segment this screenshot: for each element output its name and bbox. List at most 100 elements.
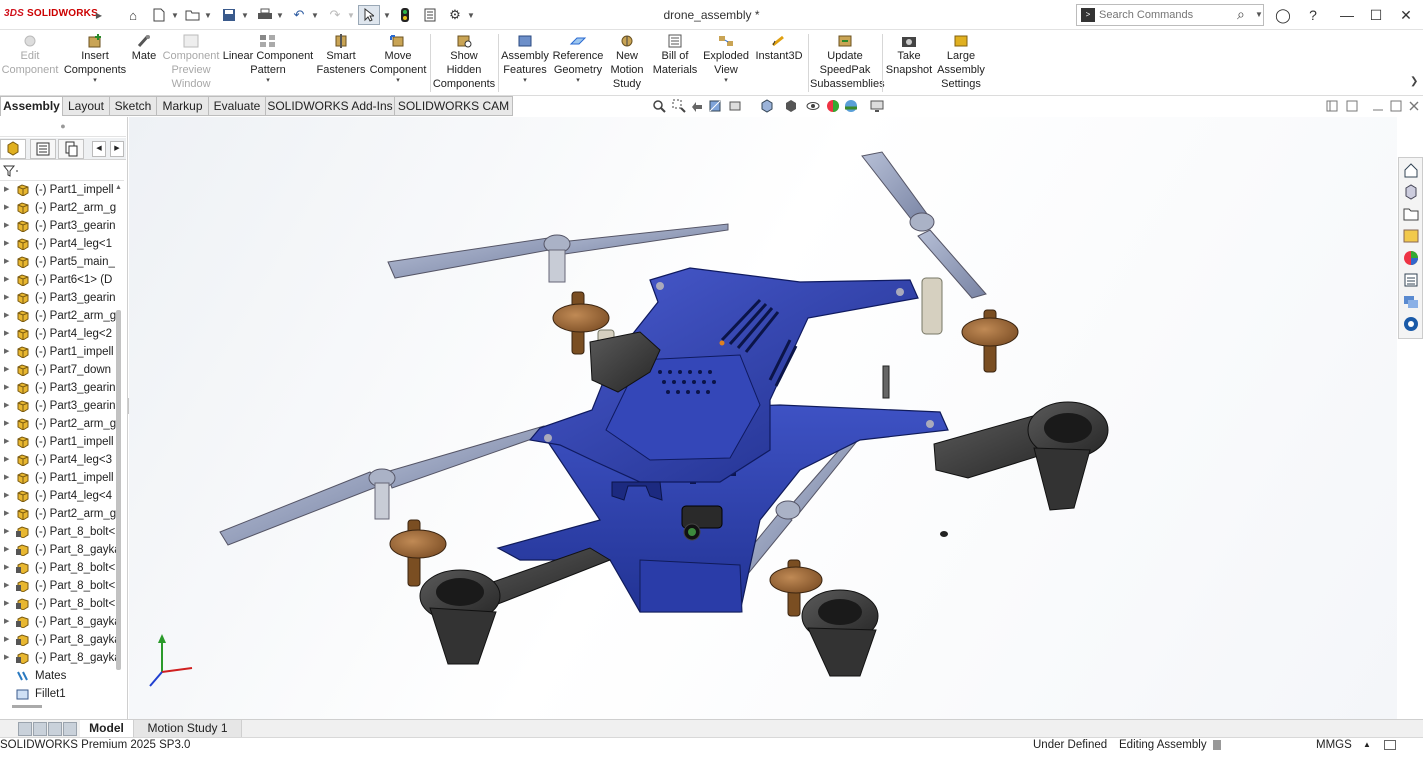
last-tab-icon[interactable] [63, 722, 77, 736]
exploded-view-button[interactable]: Exploded View ▾ [702, 32, 750, 94]
expand-icon[interactable]: ▶ [4, 379, 9, 397]
design-library-icon[interactable] [1403, 184, 1419, 200]
tree-item[interactable]: ▶ (-) Part7_down [0, 361, 116, 379]
scroll-thumb[interactable] [116, 310, 121, 670]
units-dropdown-icon[interactable]: ▲ [1363, 738, 1371, 752]
gear-top-right[interactable] [961, 309, 1019, 373]
search-input[interactable] [1099, 7, 1237, 23]
viewport-minimize-icon[interactable] [1372, 100, 1384, 112]
smart-fasteners-button[interactable]: Smart Fasteners [314, 32, 368, 94]
tree-item[interactable]: ▶ (-) Part_8_gayka [0, 613, 116, 631]
tree-item[interactable]: ▶ (-) Part2_arm_g [0, 307, 116, 325]
dynamic-annotation-icon[interactable] [728, 99, 742, 113]
rebuild-status-icon[interactable] [1213, 740, 1221, 750]
tree-item[interactable]: Mates [0, 667, 116, 685]
file-explorer-icon[interactable] [1403, 206, 1419, 222]
tree-item[interactable]: ▶ (-) Part4_leg<3 [0, 451, 116, 469]
solidworks-resources-icon[interactable] [1403, 162, 1419, 178]
section-view-icon[interactable] [708, 99, 722, 113]
display-style-icon[interactable] [784, 99, 798, 113]
previous-view-icon[interactable] [690, 99, 704, 113]
reference-geometry-button[interactable]: Reference Geometry ▾ [552, 32, 604, 94]
upper-frame[interactable] [528, 267, 919, 483]
show-hidden-components-button[interactable]: Show Hidden Components [432, 32, 496, 94]
tab-markup[interactable]: Markup [157, 96, 209, 116]
viewport-split-icon[interactable] [1346, 100, 1358, 112]
tree-item[interactable]: ▶ (-) Part_8_gayka [0, 649, 116, 667]
expand-icon[interactable]: ▶ [4, 451, 9, 469]
panel-grip-icon[interactable]: ● [0, 117, 126, 137]
tab-solidworks-cam[interactable]: SOLIDWORKS CAM [395, 96, 513, 116]
expand-icon[interactable]: ▶ [4, 343, 9, 361]
tree-item[interactable]: ▶ (-) Part5_main_ [0, 253, 116, 271]
expand-icon[interactable]: ▶ [4, 271, 9, 289]
view-settings-icon[interactable] [870, 99, 884, 113]
user-account-icon[interactable]: ◯ [1273, 5, 1293, 25]
tree-item[interactable]: ▶ (-) Part4_leg<4 [0, 487, 116, 505]
edit-component-button[interactable]: Edit Component [0, 32, 60, 94]
expand-icon[interactable]: ▶ [4, 523, 9, 541]
tree-item[interactable]: Fillet1 [0, 685, 116, 703]
view-palette-icon[interactable] [1403, 228, 1419, 244]
new-motion-study-button[interactable]: New Motion Study [606, 32, 648, 94]
tree-item[interactable]: ▶ (-) Part_8_gayka [0, 631, 116, 649]
tree-item[interactable]: ▶ (-) Part1_impell [0, 469, 116, 487]
tree-item[interactable]: ▶ (-) Part4_leg<1 [0, 235, 116, 253]
expand-icon[interactable]: ▶ [4, 397, 9, 415]
scroll-up-icon[interactable]: ▲ [115, 184, 122, 191]
tab-evaluate[interactable]: Evaluate [209, 96, 266, 116]
landing-leg-left[interactable] [419, 547, 612, 665]
viewport-restore-icon[interactable] [1326, 100, 1338, 112]
unit-system[interactable]: MMGS [1316, 738, 1352, 752]
graphics-area[interactable] [129, 117, 1397, 719]
zoom-to-fit-icon[interactable] [652, 99, 666, 113]
search-dropdown-icon[interactable]: ▼ [1255, 10, 1263, 19]
minimize-icon[interactable]: — [1337, 5, 1357, 25]
tree-item[interactable]: ▶ (-) Part_8_bolt< [0, 577, 116, 595]
tree-item[interactable]: ▶ (-) Part3_gearin [0, 289, 116, 307]
tree-filter[interactable] [0, 161, 124, 181]
tab-model[interactable]: Model [80, 720, 134, 738]
take-snapshot-button[interactable]: Take Snapshot [884, 32, 934, 94]
expand-icon[interactable]: ▶ [4, 469, 9, 487]
tab-feature-manager[interactable] [0, 139, 26, 159]
zoom-to-area-icon[interactable] [672, 99, 686, 113]
expand-icon[interactable]: ▶ [4, 289, 9, 307]
update-speedpak-button[interactable]: Update SpeedPak Subassemblies [810, 32, 885, 94]
tab-assembly[interactable]: Assembly [0, 96, 63, 116]
expand-icon[interactable]: ▶ [4, 649, 9, 667]
linear-component-pattern-button[interactable]: Linear Component Pattern ▾ [222, 32, 314, 94]
tab-solidworks-add-ins[interactable]: SOLIDWORKS Add-Ins [266, 96, 395, 116]
tree-item[interactable]: ▶ (-) Part2_arm_g [0, 505, 116, 523]
expand-icon[interactable]: ▶ [4, 415, 9, 433]
forum-icon[interactable] [1403, 294, 1419, 310]
bolt-part[interactable] [882, 365, 890, 399]
next-tab-icon[interactable] [48, 722, 62, 736]
propeller-bottom-left[interactable] [219, 425, 547, 546]
tree-item[interactable]: ▶ (-) Part4_leg<2 [0, 325, 116, 343]
tree-item[interactable]: ▶ (-) Part6<1> (D [0, 271, 116, 289]
large-assembly-settings-button[interactable]: Large Assembly Settings [934, 32, 988, 94]
drone-assembly-model[interactable] [129, 117, 1397, 719]
expand-icon[interactable]: ▶ [4, 217, 9, 235]
tab-property-manager[interactable] [30, 139, 56, 159]
tree-item[interactable]: ▶ (-) Part_8_bolt< [0, 595, 116, 613]
instant3d-button[interactable]: Instant3D [752, 32, 806, 94]
status-bar-options-icon[interactable] [1384, 740, 1396, 750]
component-preview-window-button[interactable]: Component Preview Window [160, 32, 222, 94]
expand-icon[interactable]: ▶ [4, 325, 9, 343]
viewport-close-icon[interactable] [1408, 100, 1420, 112]
tree-item[interactable]: ▶ (-) Part3_gearin [0, 217, 116, 235]
tree-item[interactable]: ▶ (-) Part3_gearin [0, 379, 116, 397]
tab-scroll-right-icon[interactable]: ▶ [110, 141, 124, 157]
tree-item[interactable]: ▶ (-) Part_8_bolt< [0, 523, 116, 541]
expand-icon[interactable]: ▶ [4, 541, 9, 559]
expand-icon[interactable]: ▶ [4, 577, 9, 595]
custom-properties-icon[interactable] [1403, 272, 1419, 288]
tree-item[interactable]: ▶ (-) Part_8_bolt< [0, 559, 116, 577]
expand-icon[interactable]: ▶ [4, 253, 9, 271]
tree-item[interactable]: ▶ (-) Part3_gearin [0, 397, 116, 415]
expand-icon[interactable]: ▶ [4, 199, 9, 217]
insert-components-button[interactable]: Insert Components ▾ [62, 32, 128, 94]
maximize-icon[interactable]: ☐ [1366, 5, 1386, 25]
